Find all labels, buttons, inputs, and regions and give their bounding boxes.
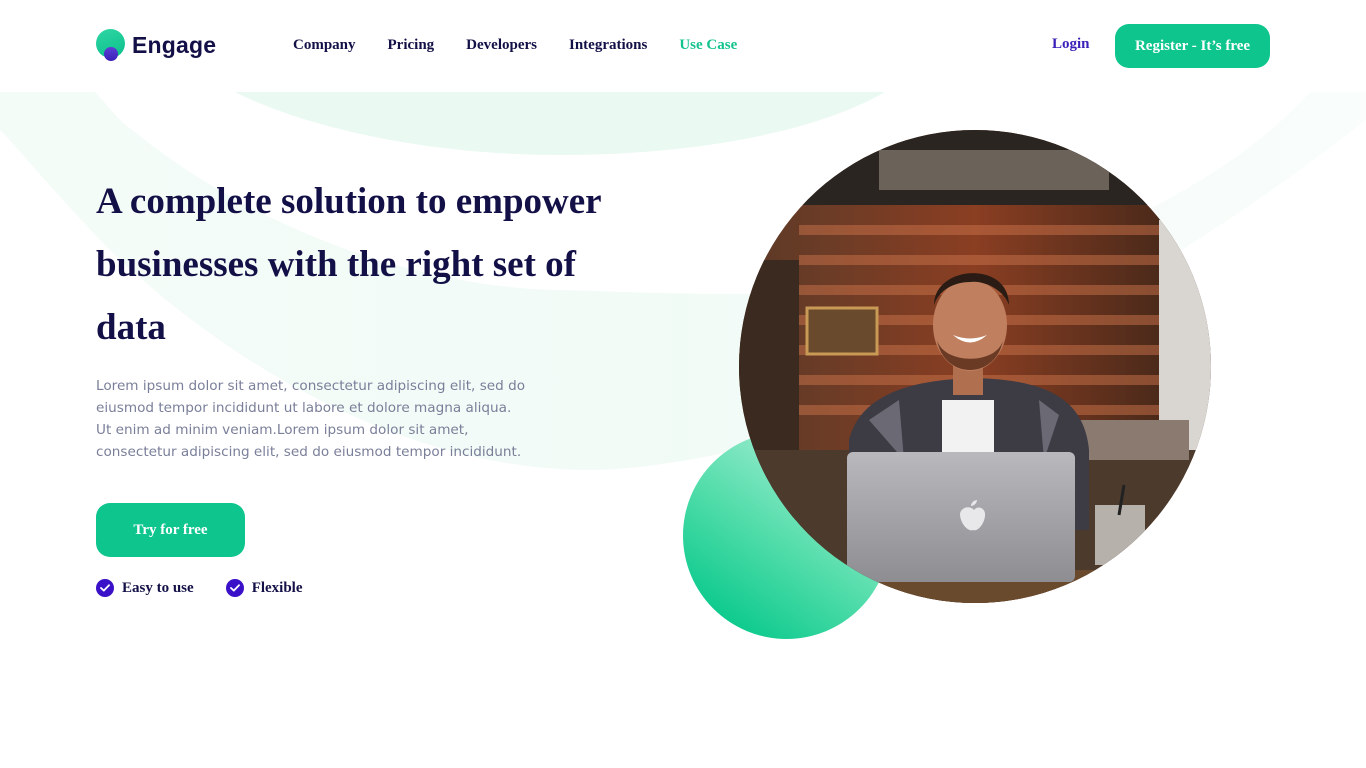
feature-easy-to-use: Easy to use [96,579,194,597]
check-circle-icon [96,579,114,597]
register-button[interactable]: Register - It’s free [1115,24,1270,68]
logo[interactable]: Engage [96,29,216,61]
feature-label: Easy to use [122,579,194,596]
feature-flexible: Flexible [225,579,303,597]
hero-description: Lorem ipsum dolor sit amet, consectetur … [96,378,526,460]
nav-item-company[interactable]: Company [293,37,356,54]
check-circle-icon [225,579,244,597]
try-for-free-button[interactable]: Try for free [96,503,245,557]
nav-item-use-case[interactable]: Use Case [679,37,737,54]
hero-photo [739,130,1211,603]
logo-icon [96,29,126,61]
login-link[interactable]: Login [1052,36,1090,53]
nav-item-pricing[interactable]: Pricing [388,37,435,54]
nav-item-integrations[interactable]: Integrations [569,37,647,54]
nav-item-developers[interactable]: Developers [466,37,537,54]
hero-title: A complete solution to empower businesse… [96,181,601,348]
feature-list: Easy to use Flexible [96,579,303,597]
logo-text: Engage [132,31,217,58]
main-nav: Company Pricing Developers Integrations … [293,37,737,54]
feature-label: Flexible [251,579,303,596]
